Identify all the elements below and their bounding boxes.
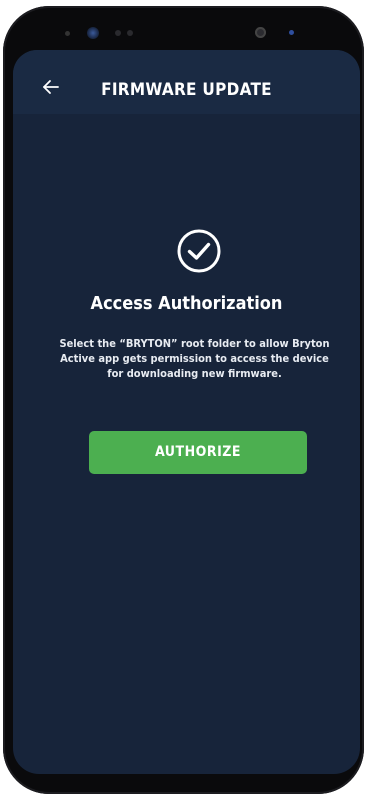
check-circle-icon [177,229,221,273]
sensor-dot [127,30,133,36]
app-screen: FIRMWARE UPDATE Access Authorization Sel… [13,50,360,774]
sensor-dot [289,30,294,35]
phone-frame: FIRMWARE UPDATE Access Authorization Sel… [3,6,364,794]
page-title: FIRMWARE UPDATE [101,80,272,100]
authorization-description: Select the “BRYTON” root folder to allow… [59,337,330,380]
sensor-dot [255,27,266,38]
top-app-bar: FIRMWARE UPDATE [13,50,360,114]
sensor-dot [65,31,70,36]
sensor-dot [115,30,121,36]
front-camera-icon [87,27,99,39]
authorize-button[interactable]: AUTHORIZE [89,431,307,474]
section-heading: Access Authorization [90,293,283,314]
